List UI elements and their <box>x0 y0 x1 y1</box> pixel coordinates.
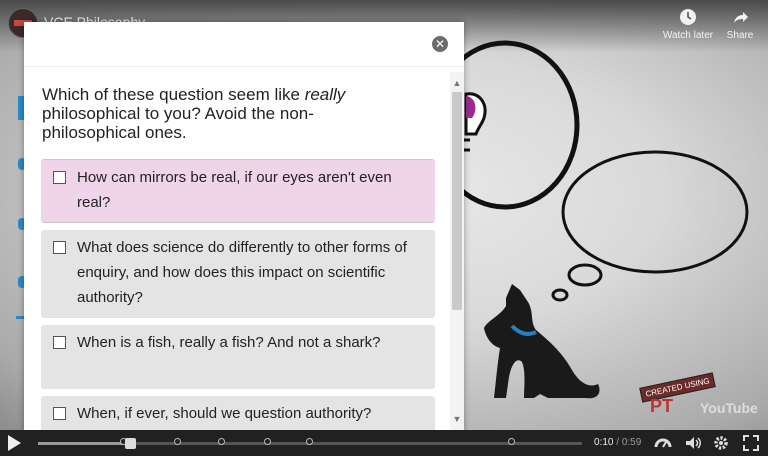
modal-body[interactable]: Which of these question seem like really… <box>24 67 464 434</box>
checkbox[interactable] <box>53 336 66 349</box>
answer-option[interactable]: What does science do differently to othe… <box>41 230 435 318</box>
question-text: Which of these question seem like really… <box>42 85 346 142</box>
progress-fill <box>38 442 131 445</box>
thought-bubble-medium <box>561 150 749 274</box>
time-display: 0:10 / 0:59 <box>594 437 642 448</box>
progress-handle[interactable] <box>125 438 137 449</box>
modal-scrollbar[interactable]: ▲ ▼ <box>450 72 464 434</box>
player-controls: 0:10 / 0:59 <box>0 430 768 456</box>
quiz-marker[interactable] <box>174 438 181 445</box>
creator-watermark: CREATED USING PT YouTube <box>639 372 758 422</box>
close-icon[interactable]: ✕ <box>432 36 448 52</box>
answer-options: How can mirrors be real, if our eyes are… <box>41 159 435 434</box>
quiz-marker[interactable] <box>508 438 515 445</box>
duration: 0:59 <box>621 437 642 448</box>
watermark-logo: PT <box>650 396 674 416</box>
scroll-down-icon[interactable]: ▼ <box>450 412 464 426</box>
gear-icon[interactable] <box>712 434 730 452</box>
play-icon[interactable] <box>8 435 21 451</box>
scroll-up-icon[interactable]: ▲ <box>450 76 464 90</box>
question-emphasis: really <box>304 85 346 104</box>
answer-option-label: When is a fish, really a fish? And not a… <box>77 334 381 351</box>
answer-option[interactable]: How can mirrors be real, if our eyes are… <box>41 159 435 223</box>
youtube-logo: YouTube <box>700 400 758 416</box>
quiz-modal: ✕ Which of these question seem like real… <box>24 22 464 434</box>
lightbulb-icon <box>464 92 487 152</box>
answer-option-label: When, if ever, should we question author… <box>77 405 372 422</box>
answer-option-label: What does science do differently to othe… <box>77 239 407 306</box>
scroll-thumb[interactable] <box>452 92 462 310</box>
checkbox[interactable] <box>53 171 66 184</box>
volume-icon[interactable] <box>684 434 702 452</box>
answer-option[interactable]: When is a fish, really a fish? And not a… <box>41 325 435 389</box>
checkbox[interactable] <box>53 241 66 254</box>
answer-option[interactable]: When, if ever, should we question author… <box>41 396 435 434</box>
progress-bar[interactable] <box>38 438 582 449</box>
speed-gauge-icon[interactable] <box>654 434 672 452</box>
answer-option-label: How can mirrors be real, if our eyes are… <box>77 169 392 211</box>
modal-header: ✕ <box>24 22 464 67</box>
quiz-marker[interactable] <box>306 438 313 445</box>
quiz-marker[interactable] <box>264 438 271 445</box>
quiz-marker[interactable] <box>218 438 225 445</box>
fullscreen-icon[interactable] <box>742 434 760 452</box>
thought-bubble-small <box>567 263 603 287</box>
dog-silhouette <box>484 284 600 399</box>
current-time: 0:10 <box>594 437 614 448</box>
checkbox[interactable] <box>53 407 66 420</box>
thought-bubble-tiny <box>551 288 569 302</box>
